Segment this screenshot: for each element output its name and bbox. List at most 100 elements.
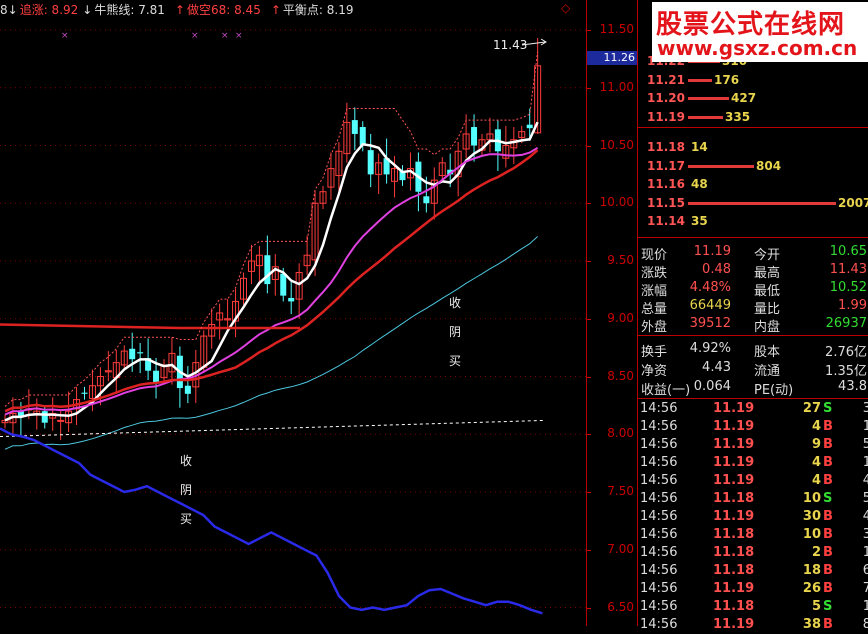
trade-side: B	[823, 581, 833, 596]
trade-price: 11.18	[713, 491, 755, 506]
trade-count: 5	[862, 491, 868, 506]
trade-price: 11.19	[713, 401, 755, 416]
candle-body-down	[288, 297, 295, 302]
annotation-yin-2: 阴	[449, 325, 462, 339]
orderbook-volume: 14	[691, 140, 708, 154]
quote-value: 0.48	[702, 262, 731, 277]
trade-volume: 2	[811, 545, 821, 560]
trade-price: 11.19	[713, 509, 755, 524]
orderbook-volume-bar	[688, 115, 723, 119]
annotation-shou-1: 收	[180, 454, 193, 468]
candle-body-down	[153, 370, 160, 383]
axis-tick-mark	[587, 261, 591, 262]
trade-price: 11.19	[713, 455, 755, 470]
trade-volume: 4	[811, 419, 821, 434]
orderbook-price: 11.14	[647, 214, 685, 228]
orderbook-price: 11.16	[647, 177, 685, 191]
orderbook-price: 11.15	[647, 195, 685, 210]
trade-row[interactable]: 14:56 11.19 4 B 4	[638, 472, 868, 490]
trade-side: B	[823, 617, 833, 632]
stats-label: 流通	[754, 364, 781, 379]
stats-value: 1.35亿	[825, 364, 867, 379]
trade-count: 1	[862, 455, 868, 470]
trade-side: S	[823, 401, 833, 416]
trade-side: B	[823, 455, 833, 470]
trade-volume: 4	[811, 473, 821, 488]
trade-time: 14:56	[640, 455, 678, 470]
trade-time: 14:56	[640, 617, 678, 632]
top-right-diamond-icon[interactable]: ◇	[561, 1, 570, 15]
orderbook-volume-bar	[688, 78, 712, 82]
trade-row[interactable]: 14:56 11.19 30 B 4	[638, 508, 868, 526]
trade-price: 11.18	[713, 545, 755, 560]
trade-row[interactable]: 14:56 11.18 2 B 1	[638, 544, 868, 562]
trade-count: 4	[862, 473, 868, 488]
trade-count: 3	[862, 527, 868, 542]
stats-label: PE(动)	[754, 383, 794, 398]
stats-row: 换手 4.92% 股本 2.76亿	[638, 340, 868, 360]
axis-tick-label: 6.50	[607, 599, 634, 614]
trade-row[interactable]: 14:56 11.18 10 B 3	[638, 526, 868, 544]
axis-tick-mark	[587, 318, 591, 320]
quote-row: 涨幅 4.48% 最低 10.52	[638, 279, 868, 299]
current-price-marker: 11.26	[587, 50, 637, 65]
quote-label: 外盘	[641, 320, 668, 335]
balance-dashed-line	[0, 419, 546, 438]
stats-value: 43.8	[838, 379, 867, 394]
watermark-url: www.gsxz.com.cn	[657, 36, 858, 60]
trade-row[interactable]: 14:56 11.19 27 S 3	[638, 400, 868, 418]
trade-count: 8	[862, 617, 868, 632]
orderbook-volume: 2007	[838, 195, 868, 210]
trade-row[interactable]: 14:56 11.18 5 S 1	[638, 598, 868, 616]
candle-body-up	[57, 419, 65, 422]
orderbook-separator	[638, 127, 868, 128]
quote-value: 11.43	[829, 262, 867, 277]
stats-row: 净资 4.43 流通 1.35亿	[638, 359, 868, 379]
candle-body-down	[41, 411, 48, 423]
trade-time: 14:56	[640, 527, 678, 542]
trade-row[interactable]: 14:56 11.18 18 B 6	[638, 562, 868, 580]
trade-side: B	[823, 563, 833, 578]
orderbook-volume: 335	[725, 109, 751, 124]
annotation-mai-1: 买	[180, 512, 193, 526]
trade-time: 14:56	[640, 419, 678, 434]
axis-tick-label: 9.00	[607, 310, 634, 325]
trade-side: B	[823, 509, 833, 524]
long-term-line	[0, 323, 300, 330]
trade-price: 11.19	[713, 473, 755, 488]
candle-body-down	[526, 124, 533, 129]
trade-row[interactable]: 14:56 11.19 26 B 7	[638, 580, 868, 598]
stats-label: 收益(一)	[641, 383, 691, 398]
quote-value: 26937	[825, 316, 867, 331]
trade-volume: 18	[802, 563, 821, 578]
stats-row: 收益(一) 0.064 PE(动) 43.8	[638, 378, 868, 398]
trade-count: 4	[862, 509, 868, 524]
candle-body-down	[423, 196, 430, 204]
orderbook-row: 11.20 427	[638, 89, 868, 107]
stats-label: 换手	[641, 345, 668, 360]
quote-panel: 11.2231011.2117611.2042711.1933511.18141…	[637, 0, 868, 632]
trade-row[interactable]: 14:56 11.19 4 B 1	[638, 418, 868, 436]
axis-tick-mark	[587, 87, 591, 89]
trade-row[interactable]: 14:56 11.19 4 B 1	[638, 454, 868, 472]
trade-time: 14:56	[640, 437, 678, 452]
annotation-shou-2: 收	[449, 296, 462, 310]
axis-tick-mark	[587, 30, 591, 31]
trade-row[interactable]: 14:56 11.18 10 S 5	[638, 490, 868, 508]
candle-body-down	[264, 255, 271, 285]
trade-row[interactable]: 14:56 11.19 38 B 8	[638, 616, 868, 634]
trade-count: 6	[862, 563, 868, 578]
trade-count: 3	[862, 401, 868, 416]
trade-price: 11.19	[713, 617, 755, 632]
trade-side: B	[823, 545, 833, 560]
orderbook-volume: 48	[691, 177, 708, 191]
stats-label: 净资	[641, 364, 668, 379]
trade-side: B	[823, 419, 833, 434]
trade-row[interactable]: 14:56 11.19 9 B 5	[638, 436, 868, 454]
kline-chart[interactable]: 8↓ 追涨: 8.92 ↓ 牛熊线: 7.81 ↑ 做空68: 8.45 ↑ 平衡点: 8.1…	[0, 0, 586, 626]
trade-volume: 10	[802, 527, 821, 542]
orderbook-price: 11.19	[647, 109, 685, 124]
indicator-blue-line	[0, 427, 543, 615]
axis-tick-label: 11.50	[599, 22, 634, 36]
trade-time: 14:56	[640, 581, 678, 596]
